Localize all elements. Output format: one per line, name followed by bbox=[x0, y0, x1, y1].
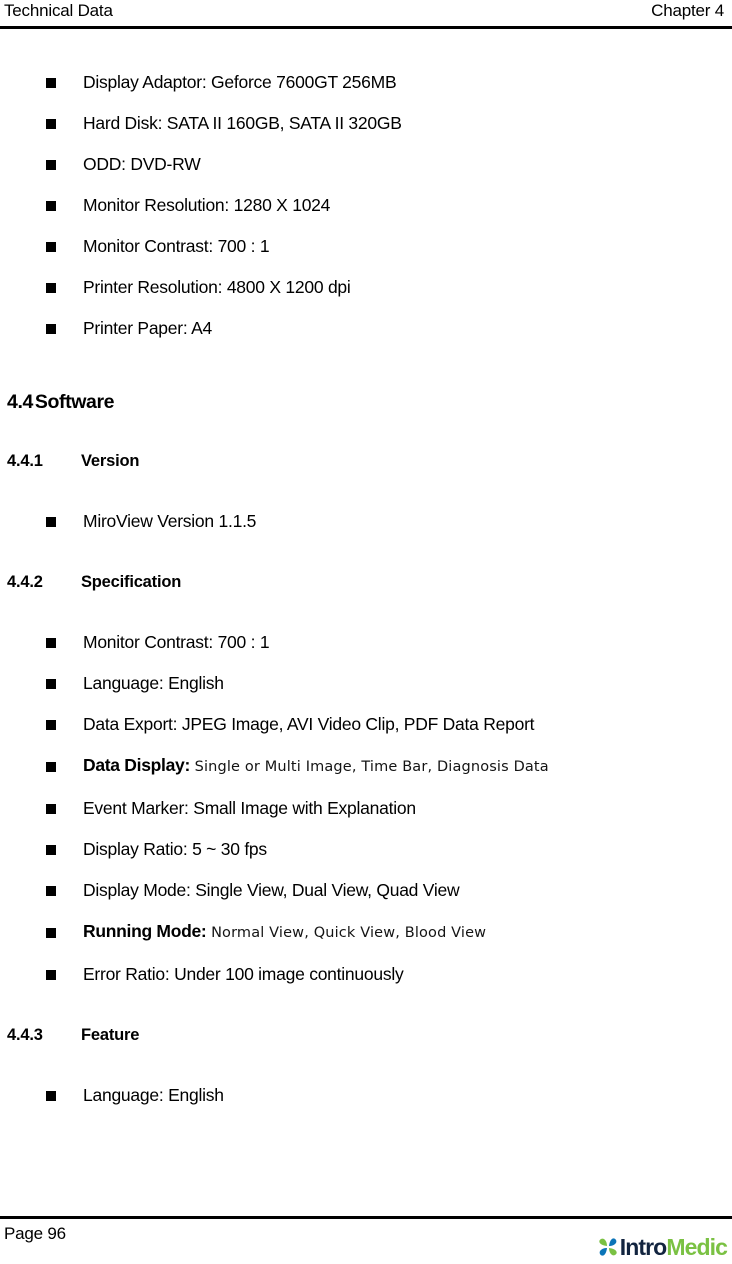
list-item: MiroView Version 1.1.5 bbox=[0, 501, 732, 542]
list-item: Event Marker: Small Image with Explanati… bbox=[0, 788, 732, 829]
bullet-square-icon bbox=[46, 761, 56, 772]
list-item: Monitor Contrast: 700 : 1 bbox=[0, 226, 732, 267]
page-number: Page 96 bbox=[4, 1224, 66, 1243]
list-item-text: Display Adaptor: Geforce 7600GT 256MB bbox=[83, 72, 397, 92]
list-item: Printer Resolution: 4800 X 1200 dpi bbox=[0, 267, 732, 308]
list-item: Data Display: Single or Multi Image, Tim… bbox=[0, 745, 732, 788]
list-item: Data Export: JPEG Image, AVI Video Clip,… bbox=[0, 704, 732, 745]
feature-bullet-list: Language: English bbox=[0, 1075, 732, 1116]
bullet-square-icon bbox=[46, 803, 56, 814]
bullet-square-icon bbox=[46, 637, 56, 648]
list-item-label: Data Display: bbox=[83, 755, 190, 775]
list-item-text: Display Ratio: 5 ~ 30 fps bbox=[83, 839, 267, 859]
bullet-square-icon bbox=[46, 927, 56, 938]
subsection-number: 4.4.2 bbox=[7, 573, 43, 591]
bullet-square-icon bbox=[46, 719, 56, 730]
clover-logo-icon bbox=[599, 1238, 617, 1256]
list-item: Display Adaptor: Geforce 7600GT 256MB bbox=[0, 62, 732, 103]
bullet-square-icon bbox=[46, 282, 56, 293]
list-item-text: Language: English bbox=[83, 1085, 224, 1105]
subsection-heading-version: 4.4.1 Version bbox=[0, 449, 732, 473]
list-item-text: MiroView Version 1.1.5 bbox=[83, 511, 257, 531]
list-item-text: ODD: DVD-RW bbox=[83, 154, 201, 174]
hardware-bullet-list: Display Adaptor: Geforce 7600GT 256MB Ha… bbox=[0, 62, 732, 349]
bullet-square-icon bbox=[46, 323, 56, 334]
bullet-square-icon bbox=[46, 844, 56, 855]
footer-divider bbox=[0, 1216, 732, 1219]
subsection-number: 4.4.3 bbox=[7, 1026, 43, 1044]
intromedic-logo: IntroMedic bbox=[597, 1233, 728, 1260]
list-item-text: Data Export: JPEG Image, AVI Video Clip,… bbox=[83, 714, 535, 734]
list-item-text: Monitor Contrast: 700 : 1 bbox=[83, 632, 270, 652]
page-footer: Page 96 IntroMedic bbox=[0, 1216, 732, 1264]
subsection-heading-specification: 4.4.2 Specification bbox=[0, 570, 732, 594]
bullet-square-icon bbox=[46, 118, 56, 129]
list-item: Language: English bbox=[0, 1075, 732, 1116]
bullet-square-icon bbox=[46, 1090, 56, 1101]
logo-wordmark: IntroMedic bbox=[619, 1233, 728, 1260]
bullet-square-icon bbox=[46, 969, 56, 980]
list-item-text: Monitor Contrast: 700 : 1 bbox=[83, 236, 270, 256]
logo-text-medic: Medic bbox=[666, 1233, 728, 1260]
list-item: Hard Disk: SATA II 160GB, SATA II 320GB bbox=[0, 103, 732, 144]
list-item: Display Mode: Single View, Dual View, Qu… bbox=[0, 870, 732, 911]
list-item-text: Language: English bbox=[83, 673, 224, 693]
section-number: 4.4 bbox=[7, 391, 33, 413]
section-title: Software bbox=[34, 391, 115, 413]
list-item: Monitor Contrast: 700 : 1 bbox=[0, 622, 732, 663]
subsection-heading-feature: 4.4.3 Feature bbox=[0, 1023, 732, 1047]
header-left-title: Technical Data bbox=[4, 1, 113, 20]
list-item-label: Running Mode: bbox=[83, 921, 207, 941]
subsection-title: Specification bbox=[81, 573, 182, 591]
bullet-square-icon bbox=[46, 159, 56, 170]
list-item: Running Mode: Normal View, Quick View, B… bbox=[0, 911, 732, 954]
list-item: ODD: DVD-RW bbox=[0, 144, 732, 185]
list-item-text: Error Ratio: Under 100 image continuousl… bbox=[83, 964, 404, 984]
header-right-title: Chapter 4 bbox=[651, 1, 724, 20]
list-item: Monitor Resolution: 1280 X 1024 bbox=[0, 185, 732, 226]
subsection-title: Version bbox=[81, 452, 140, 470]
list-item-text: Printer Resolution: 4800 X 1200 dpi bbox=[83, 277, 351, 297]
version-bullet-list: MiroView Version 1.1.5 bbox=[0, 501, 732, 542]
list-item-value: Normal View, Quick View, Blood View bbox=[211, 925, 487, 941]
subsection-title: Feature bbox=[81, 1026, 140, 1044]
logo-text-intro: Intro bbox=[619, 1233, 668, 1260]
page-content: Display Adaptor: Geforce 7600GT 256MB Ha… bbox=[0, 28, 732, 1116]
list-item-text: Display Mode: Single View, Dual View, Qu… bbox=[83, 880, 460, 900]
bullet-square-icon bbox=[46, 241, 56, 252]
bullet-square-icon bbox=[46, 885, 56, 896]
list-item-text: Printer Paper: A4 bbox=[83, 318, 213, 338]
list-item: Language: English bbox=[0, 663, 732, 704]
bullet-square-icon bbox=[46, 516, 56, 527]
specification-bullet-list: Monitor Contrast: 700 : 1 Language: Engl… bbox=[0, 622, 732, 995]
subsection-number: 4.4.1 bbox=[7, 452, 43, 470]
list-item-text: Event Marker: Small Image with Explanati… bbox=[83, 798, 416, 818]
list-item: Printer Paper: A4 bbox=[0, 308, 732, 349]
list-item-value: Single or Multi Image, Time Bar, Diagnos… bbox=[194, 759, 549, 775]
list-item-text: Monitor Resolution: 1280 X 1024 bbox=[83, 195, 331, 215]
bullet-square-icon bbox=[46, 77, 56, 88]
section-heading-software: 4.4 Software bbox=[0, 389, 732, 415]
list-item: Display Ratio: 5 ~ 30 fps bbox=[0, 829, 732, 870]
list-item: Error Ratio: Under 100 image continuousl… bbox=[0, 954, 732, 995]
document-page: Technical Data Chapter 4 Display Adaptor… bbox=[0, 0, 732, 1264]
bullet-square-icon bbox=[46, 678, 56, 689]
page-header: Technical Data Chapter 4 bbox=[0, 0, 732, 28]
bullet-square-icon bbox=[46, 200, 56, 211]
list-item-text: Hard Disk: SATA II 160GB, SATA II 320GB bbox=[83, 113, 402, 133]
